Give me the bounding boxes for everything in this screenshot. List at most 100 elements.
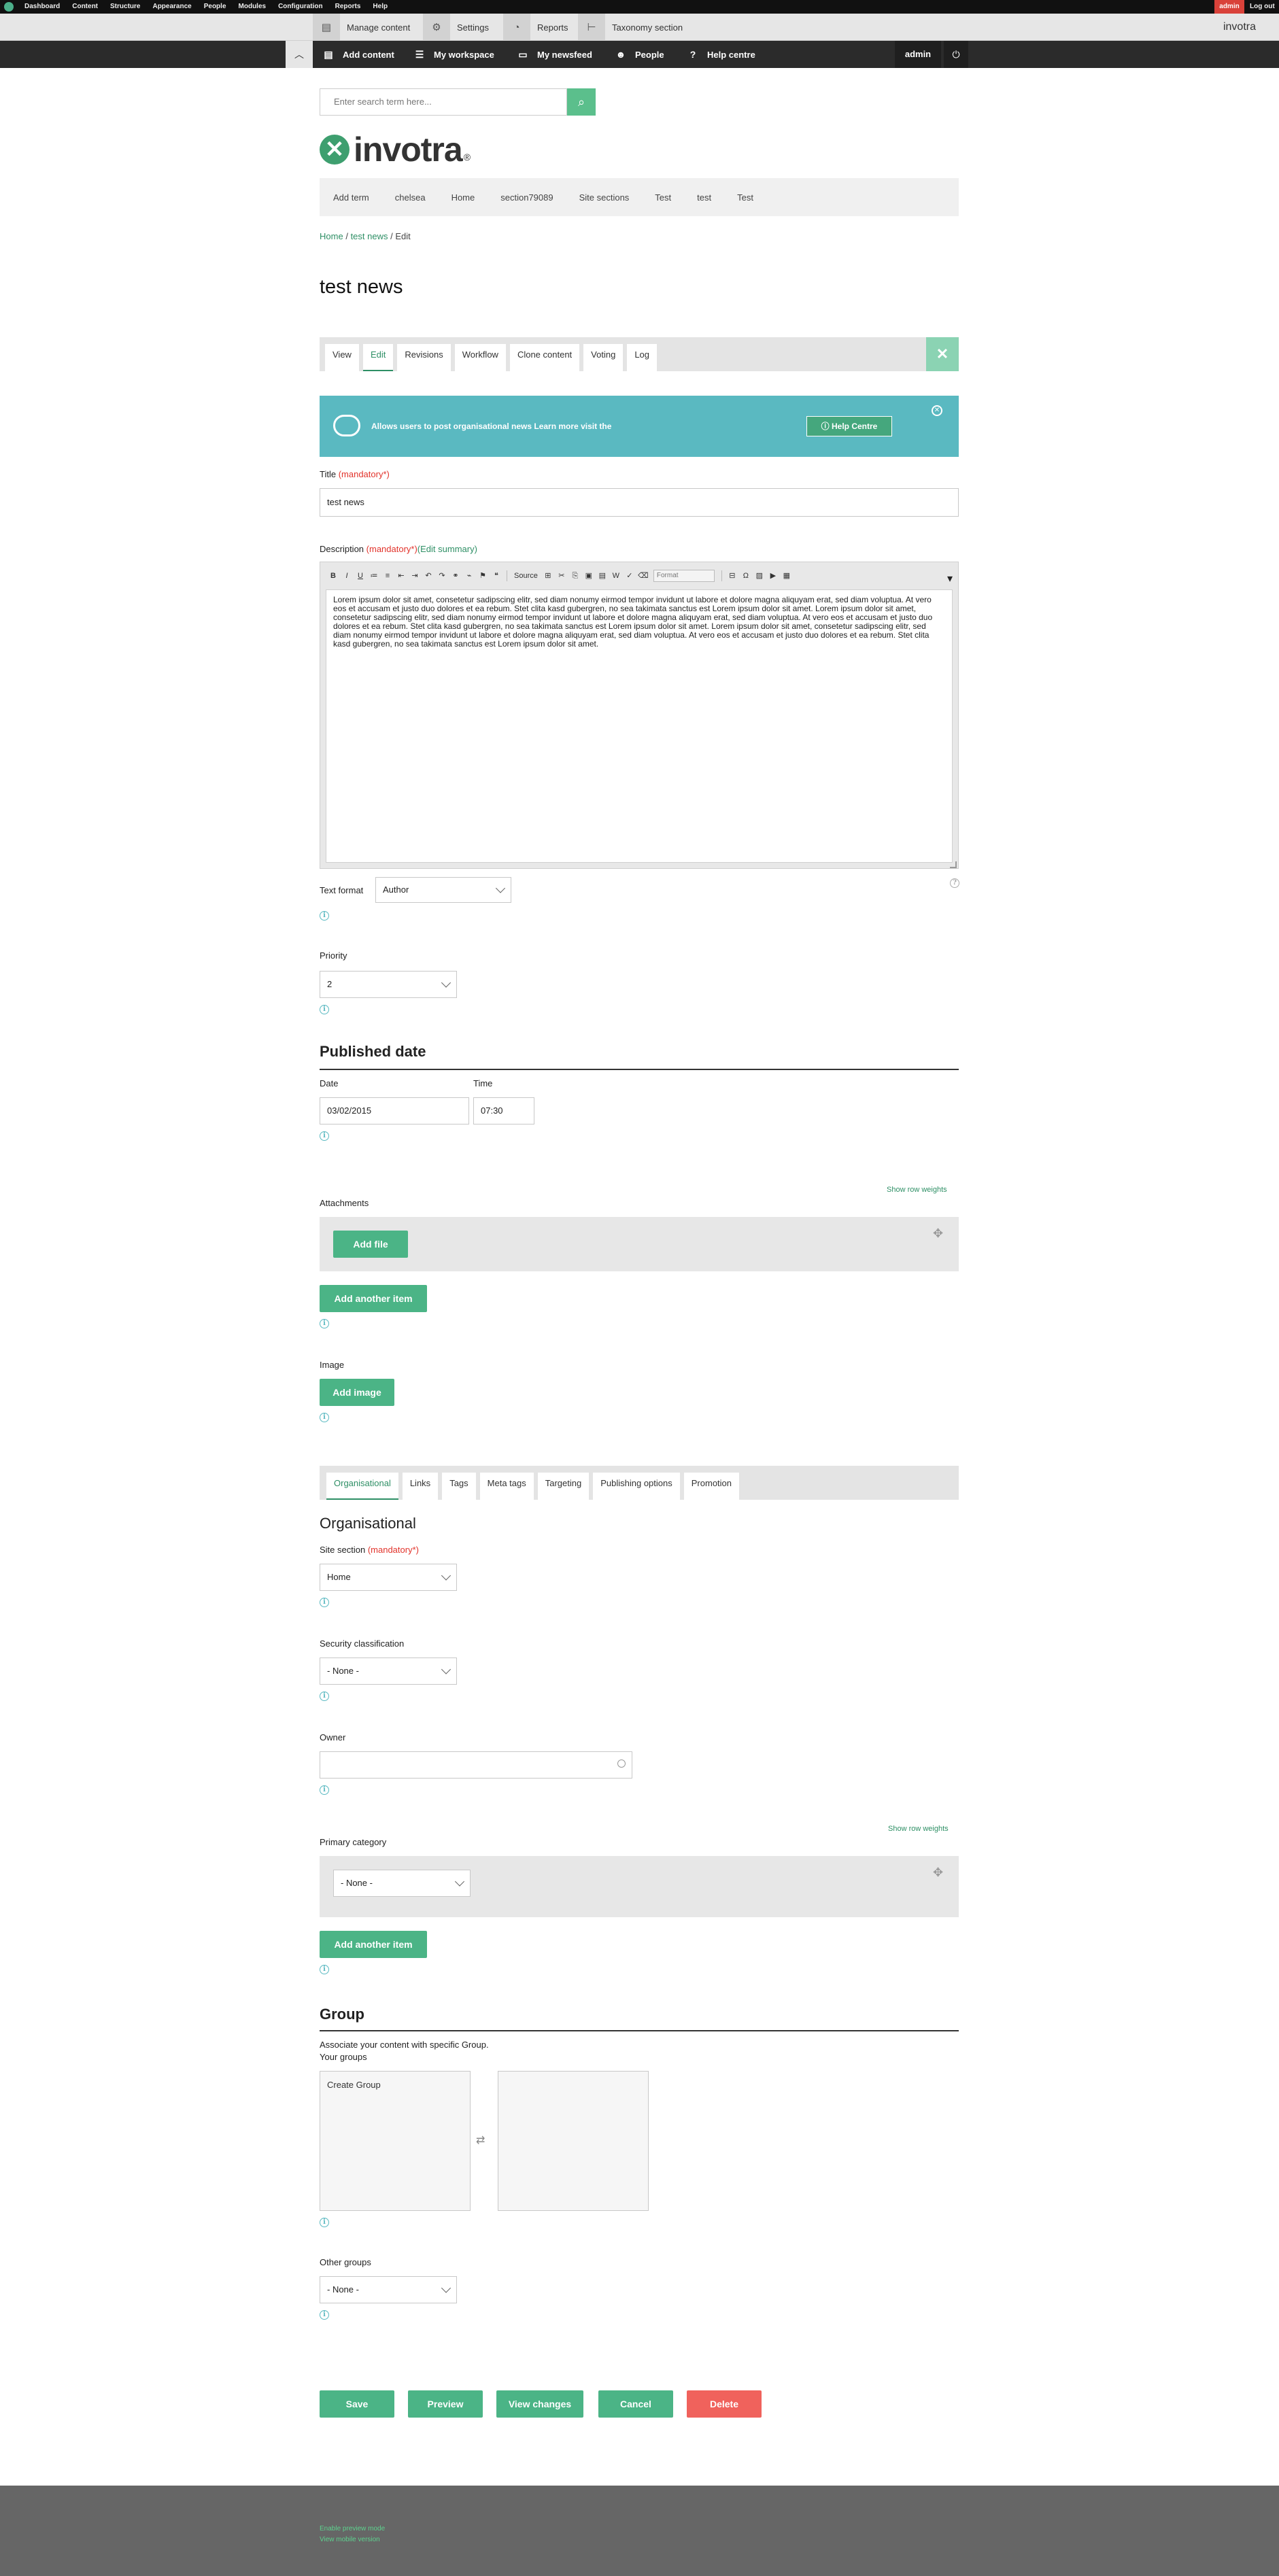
other-groups-select[interactable]: - None - [320, 2276, 457, 2303]
tab-revisions[interactable]: Revisions [397, 344, 451, 371]
toolbar-my-newsfeed[interactable]: ▭ My newsfeed [517, 41, 592, 68]
delete-button[interactable]: Delete [687, 2390, 762, 2418]
blockquote-icon[interactable]: ❝ [490, 570, 502, 582]
tab-publishing-options[interactable]: Publishing options [593, 1473, 680, 1500]
paste-text-icon[interactable]: ▤ [596, 570, 609, 582]
numbered-list-icon[interactable]: ≡ [381, 570, 394, 582]
toolbar-collapse-icon[interactable]: ▾ [947, 572, 953, 585]
nav-item-test-3[interactable]: Test [737, 192, 753, 203]
nav-item-home[interactable]: Home [451, 192, 475, 203]
owner-autocomplete-input[interactable] [320, 1751, 632, 1779]
admin-menu-appearance[interactable]: Appearance [152, 0, 191, 14]
info-icon[interactable]: i [320, 1005, 329, 1014]
search-input[interactable]: Enter search term here... [320, 88, 567, 116]
info-icon[interactable]: i [320, 1965, 329, 1974]
toolbar-help-centre[interactable]: ? Help centre [687, 41, 755, 68]
table-icon[interactable]: ⊟ [726, 570, 738, 582]
save-button[interactable]: Save [320, 2390, 394, 2418]
enable-preview-mode-link[interactable]: Enable preview mode [320, 2525, 385, 2532]
admin-menu-people[interactable]: People [204, 0, 226, 14]
your-groups-list[interactable]: Create Group [320, 2071, 471, 2211]
link-icon[interactable]: ⚭ [449, 570, 462, 582]
resize-handle-icon[interactable] [950, 861, 957, 868]
logout-link[interactable]: Log out [1250, 0, 1275, 14]
special-char-icon[interactable]: Ω [740, 570, 752, 582]
time-input[interactable]: 07:30 [473, 1097, 534, 1124]
copy-icon[interactable]: ⎘ [569, 570, 581, 582]
info-icon[interactable]: i [320, 1319, 329, 1328]
info-icon[interactable]: i [320, 2310, 329, 2320]
site-logo[interactable]: ✕ invotra ® [320, 131, 471, 169]
nav-item-test-2[interactable]: test [697, 192, 711, 203]
site-section-select[interactable]: Home [320, 1564, 457, 1591]
admin-menu-configuration[interactable]: Configuration [278, 0, 323, 14]
tab-promotion[interactable]: Promotion [683, 1473, 740, 1500]
admin-menu-content[interactable]: Content [72, 0, 98, 14]
info-icon[interactable]: i [320, 2218, 329, 2227]
priority-select[interactable]: 2 [320, 971, 457, 998]
image-icon[interactable]: ▨ [753, 570, 766, 582]
admin-menu-modules[interactable]: Modules [239, 0, 267, 14]
anchor-icon[interactable]: ⚑ [477, 570, 489, 582]
editor-body[interactable]: Lorem ipsum dolor sit amet, consetetur s… [326, 589, 953, 863]
security-classification-select[interactable]: - None - [320, 1658, 457, 1685]
underline-icon[interactable]: U [354, 570, 366, 582]
breadcrumb-parent[interactable]: test news [351, 231, 388, 241]
tab-organisational[interactable]: Organisational [326, 1473, 398, 1500]
tab-workflow[interactable]: Workflow [454, 344, 506, 371]
tab-links[interactable]: Links [402, 1473, 439, 1500]
date-input[interactable]: 03/02/2015 [320, 1097, 469, 1124]
chevron-up-icon[interactable]: ︿ [286, 41, 313, 68]
breadcrumb-home[interactable]: Home [320, 231, 343, 241]
bulleted-list-icon[interactable]: ≔ [368, 570, 380, 582]
title-input[interactable]: test news [320, 488, 959, 517]
nav-item-test-1[interactable]: Test [655, 192, 671, 203]
add-another-category-button[interactable]: Add another item [320, 1931, 427, 1958]
cancel-button[interactable]: Cancel [598, 2390, 673, 2418]
add-image-button[interactable]: Add image [320, 1379, 394, 1406]
nav-item-section79089[interactable]: section79089 [500, 192, 553, 203]
toolbar-manage-content[interactable]: ▤ Manage content [313, 14, 410, 41]
source-button[interactable]: Source [511, 572, 541, 580]
drag-handle-icon[interactable]: ✥ [933, 1226, 943, 1241]
paste-icon[interactable]: ▣ [583, 570, 595, 582]
drag-handle-icon[interactable]: ✥ [933, 1866, 943, 1880]
selected-groups-list[interactable] [498, 2071, 649, 2211]
admin-menu-reports[interactable]: Reports [335, 0, 361, 14]
toolbar-my-workspace[interactable]: ☰ My workspace [413, 41, 494, 68]
power-icon[interactable]: ⏻ [944, 41, 968, 68]
edit-summary-link[interactable]: (Edit summary) [417, 544, 477, 554]
info-icon[interactable]: i [320, 1785, 329, 1795]
cut-icon[interactable]: ✂ [556, 570, 568, 582]
admin-user-link[interactable]: admin [1214, 0, 1244, 14]
add-file-button[interactable]: Add file [333, 1231, 408, 1258]
toolbar-add-content[interactable]: ▤ Add content [322, 41, 394, 68]
bold-icon[interactable]: B [327, 570, 339, 582]
show-row-weights-link[interactable]: Show row weights [888, 1825, 949, 1833]
redo-icon[interactable]: ↷ [436, 570, 448, 582]
info-icon[interactable]: i [320, 911, 329, 921]
preview-button[interactable]: Preview [408, 2390, 483, 2418]
home-logo-icon[interactable] [4, 2, 14, 12]
view-changes-button[interactable]: View changes [496, 2390, 583, 2418]
tab-edit[interactable]: Edit [362, 344, 394, 371]
toolbar-reports[interactable]: ◔ Reports [503, 14, 568, 41]
text-format-select[interactable]: Author [375, 877, 511, 903]
tab-tags[interactable]: Tags [442, 1473, 476, 1500]
search-button[interactable]: ⌕ [567, 88, 596, 116]
info-icon[interactable]: i [320, 1598, 329, 1607]
tab-clone-content[interactable]: Clone content [509, 344, 580, 371]
transfer-arrows-icon[interactable]: ⇄ [476, 2133, 485, 2147]
info-icon[interactable]: i [320, 1131, 329, 1141]
undo-icon[interactable]: ↶ [422, 570, 434, 582]
toolbar-people[interactable]: ☻ People [615, 41, 664, 68]
maximize-icon[interactable]: ⊞ [542, 570, 554, 582]
toolbar-taxonomy-section[interactable]: ⊢ Taxonomy section [578, 14, 683, 41]
nav-item-chelsea[interactable]: chelsea [395, 192, 426, 203]
nav-item-site-sections[interactable]: Site sections [579, 192, 630, 203]
outdent-icon[interactable]: ⇤ [395, 570, 407, 582]
video-icon[interactable]: ▦ [781, 570, 793, 582]
list-item[interactable]: Create Group [327, 2080, 463, 2090]
italic-icon[interactable]: I [341, 570, 353, 582]
paste-word-icon[interactable]: W [610, 570, 622, 582]
